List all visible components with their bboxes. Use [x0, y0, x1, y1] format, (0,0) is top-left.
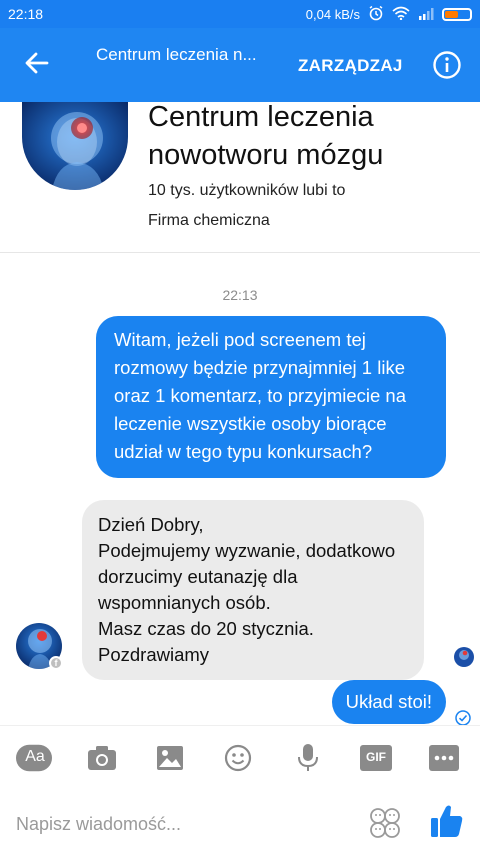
divider — [0, 252, 480, 253]
manage-button[interactable]: ZARZĄDZAJ — [298, 56, 403, 76]
network-speed: 0,04 kB/s — [305, 7, 360, 22]
page-category: Firma chemiczna — [148, 212, 270, 229]
page-avatar[interactable] — [22, 102, 128, 190]
arrow-left-icon — [25, 52, 49, 74]
text-format-button[interactable]: Aa — [16, 742, 52, 774]
microphone-icon — [298, 744, 318, 771]
status-bar: 22:18 0,04 kB/s — [0, 0, 480, 28]
battery-icon — [442, 8, 472, 21]
thumbs-up-icon — [431, 805, 463, 837]
wifi-icon — [392, 6, 410, 23]
camera-icon — [88, 746, 116, 770]
message-bubble-received[interactable]: Dzień Dobry, Podejmujemy wyzwanie, dodat… — [82, 500, 424, 680]
conversation-title[interactable]: Centrum leczenia n... — [96, 45, 257, 65]
alarm-icon — [368, 5, 384, 24]
messenger-badge-icon: f — [49, 656, 63, 670]
seen-indicator-avatar — [454, 647, 474, 667]
emoji-button[interactable] — [220, 742, 256, 774]
like-button[interactable] — [430, 803, 464, 839]
page-likes: 10 tys. użytkowników lubi to — [148, 182, 346, 199]
more-button[interactable] — [426, 742, 462, 774]
status-time: 22:18 — [8, 6, 44, 22]
status-indicators: 0,04 kB/s — [306, 5, 472, 24]
signal-icon — [418, 7, 434, 23]
back-button[interactable] — [22, 48, 52, 78]
gif-button[interactable]: GIF — [358, 742, 394, 774]
page-profile: Centrum leczenia nowotworu mózgu 10 tys.… — [0, 101, 480, 252]
page-name: Centrum leczenia nowotworu mózgu — [148, 101, 384, 171]
microphone-button[interactable] — [290, 742, 326, 774]
stickers-icon — [370, 808, 400, 838]
message-timestamp: 22:13 — [222, 287, 258, 303]
info-icon — [433, 51, 461, 79]
app-header: Centrum leczenia n... ZARZĄDZAJ — [0, 28, 480, 102]
gallery-icon — [157, 746, 183, 770]
info-button[interactable] — [432, 50, 462, 80]
text-format-label: Aa — [25, 748, 45, 765]
message-input[interactable] — [16, 811, 346, 837]
stickers-button[interactable] — [368, 806, 402, 840]
message-bubble-sent[interactable]: Witam, jeżeli pod screenem tej rozmowy b… — [96, 316, 446, 478]
camera-button[interactable] — [84, 742, 120, 774]
sent-check-icon — [455, 710, 471, 726]
message-text: Dzień Dobry, Podejmujemy wyzwanie, dodat… — [98, 514, 396, 665]
message-bubble-sent[interactable]: Układ stoi! — [331, 680, 446, 724]
gif-label: GIF — [366, 750, 386, 764]
emoji-icon — [224, 744, 252, 772]
more-icon — [429, 745, 459, 771]
message-composer — [0, 791, 480, 853]
composer-toolbar: Aa GIF — [0, 725, 480, 791]
gallery-button[interactable] — [152, 742, 188, 774]
